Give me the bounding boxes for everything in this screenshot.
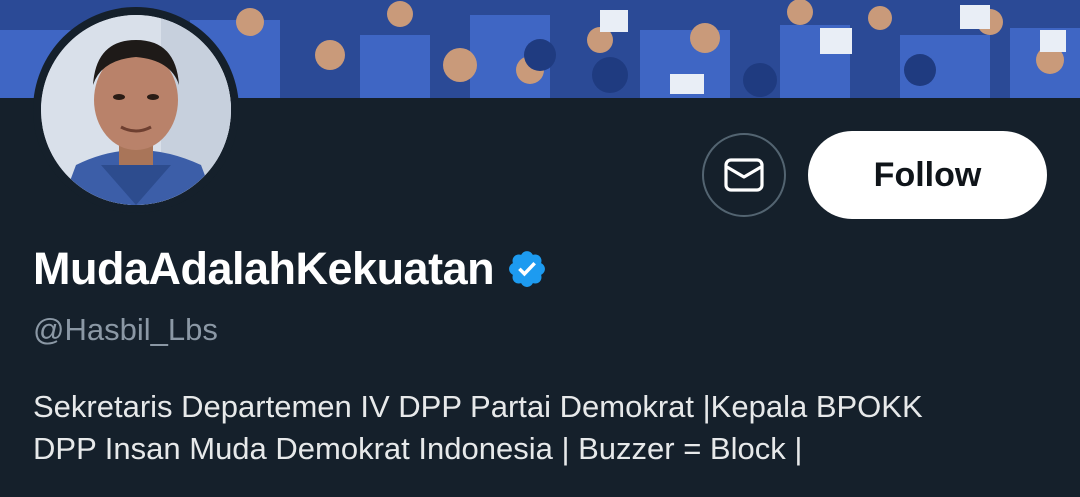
profile-page: Follow MudaAdalahKekuatan @Hasbil_Lbs Se…	[0, 0, 1080, 497]
verified-badge-icon[interactable]	[506, 248, 548, 290]
bio-line: DPP Insan Muda Demokrat Indonesia | Buzz…	[33, 431, 803, 466]
follow-button[interactable]: Follow	[808, 131, 1047, 219]
profile-bio: Sekretaris Departemen IV DPP Partai Demo…	[33, 386, 1053, 470]
message-button[interactable]	[702, 133, 786, 217]
avatar-image	[41, 15, 231, 205]
envelope-icon	[724, 158, 764, 192]
bio-line: Sekretaris Departemen IV DPP Partai Demo…	[33, 389, 923, 424]
display-name: MudaAdalahKekuatan	[33, 243, 495, 294]
profile-avatar[interactable]	[33, 7, 239, 213]
name-row: MudaAdalahKekuatan	[33, 243, 548, 295]
user-handle: @Hasbil_Lbs	[33, 312, 218, 347]
